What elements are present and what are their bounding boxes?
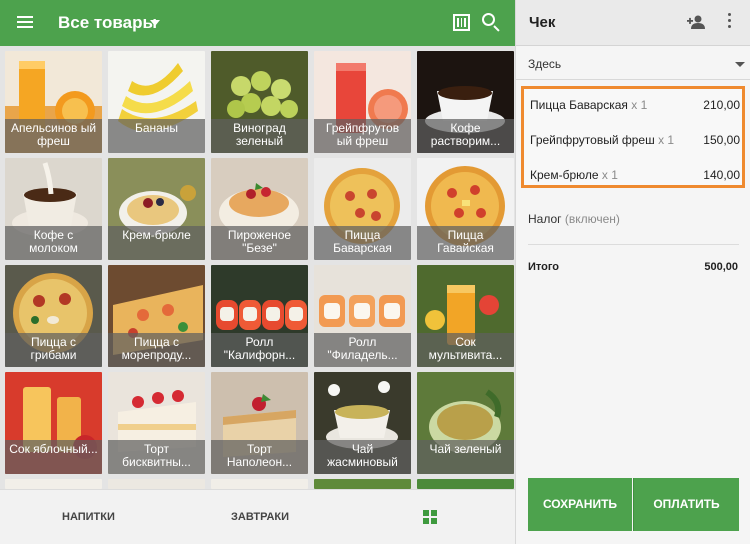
- barcode-icon[interactable]: [453, 14, 470, 31]
- search-icon[interactable]: [482, 13, 495, 26]
- product-tile[interactable]: Пицца с грибами: [5, 265, 102, 367]
- item-qty: x 1: [631, 98, 648, 112]
- divider: [528, 244, 739, 245]
- receipt-header: Чек: [516, 0, 750, 46]
- menu-icon[interactable]: [17, 14, 33, 32]
- product-tile[interactable]: Чай зеленый: [417, 372, 514, 474]
- receipt-item[interactable]: Крем-брюле x 1 140,00: [530, 165, 740, 185]
- product-label: Виноград зеленый: [211, 119, 308, 153]
- item-name: Грейпфрутовый фреш: [530, 133, 655, 147]
- product-tile[interactable]: Торт бисквитны...: [108, 372, 205, 474]
- product-tile[interactable]: Пицца Гавайская: [417, 158, 514, 260]
- product-label: Чай жасминовый: [314, 440, 411, 474]
- product-tile[interactable]: Крем-брюле: [108, 158, 205, 260]
- receipt-panel: Чек Здесь Пицца Баварская x 1 210,00 Гре…: [515, 0, 750, 544]
- product-label: Пицца с грибами: [5, 333, 102, 367]
- product-label: Сок мультивита...: [417, 333, 514, 367]
- product-tile[interactable]: Кофе растворим...: [417, 51, 514, 153]
- product-tile[interactable]: Пицца Баварская: [314, 158, 411, 260]
- product-label: Пицца Гавайская: [417, 226, 514, 260]
- chevron-down-icon[interactable]: [150, 20, 160, 26]
- tax-note: (включен): [564, 212, 620, 226]
- product-tile[interactable]: Пироженое "Безе": [211, 158, 308, 260]
- product-panel: Все товары Апельсинов ый фреш Бананы Вин…: [0, 0, 515, 544]
- catalog-toolbar: Все товары: [0, 0, 515, 46]
- product-tile[interactable]: Ролл "Калифорн...: [211, 265, 308, 367]
- chevron-down-icon: [735, 62, 745, 67]
- category-tabs: НАПИТКИ ЗАВТРАКИ: [0, 489, 515, 544]
- item-qty: x 1: [658, 133, 675, 147]
- order-place-select[interactable]: Здесь: [516, 47, 750, 80]
- product-label: Кофе растворим...: [417, 119, 514, 153]
- product-tile[interactable]: Пицца с морепроду...: [108, 265, 205, 367]
- product-label: Чай зеленый: [417, 440, 514, 474]
- product-label: Крем-брюле: [108, 226, 205, 260]
- receipt-items: Пицца Баварская x 1 210,00 Грейпфрутовый…: [521, 86, 745, 188]
- pay-button[interactable]: ОПЛАТИТЬ: [633, 478, 739, 531]
- item-name: Крем-брюле: [530, 168, 599, 182]
- product-tile[interactable]: [211, 479, 308, 489]
- product-tile[interactable]: [314, 479, 411, 489]
- product-tile[interactable]: Апельсинов ый фреш: [5, 51, 102, 153]
- product-label: Бананы: [108, 119, 205, 153]
- item-name: Пицца Баварская: [530, 98, 628, 112]
- product-label: Торт бисквитны...: [108, 440, 205, 474]
- item-price: 150,00: [703, 133, 740, 147]
- product-label: Пицца Баварская: [314, 226, 411, 260]
- product-tile[interactable]: Сок мультивита...: [417, 265, 514, 367]
- tab-drinks[interactable]: НАПИТКИ: [62, 511, 115, 523]
- product-tile[interactable]: [417, 479, 514, 489]
- grid-icon[interactable]: [423, 510, 437, 524]
- tax-label: Налог: [528, 212, 562, 226]
- product-label: Апельсинов ый фреш: [5, 119, 102, 153]
- receipt-item[interactable]: Грейпфрутовый фреш x 1 150,00: [530, 130, 740, 150]
- product-tile[interactable]: Бананы: [108, 51, 205, 153]
- receipt-item[interactable]: Пицца Баварская x 1 210,00: [530, 95, 740, 115]
- more-vert-icon[interactable]: [728, 13, 732, 31]
- total-value: 500,00: [704, 261, 738, 273]
- product-label: Ролл "Калифорн...: [211, 333, 308, 367]
- product-label: Ролл "Филадель...: [314, 333, 411, 367]
- tax-row: Налог (включен): [528, 212, 620, 226]
- item-qty: x 1: [601, 168, 618, 182]
- category-title[interactable]: Все товары: [58, 13, 157, 33]
- product-label: Торт Наполеон...: [211, 440, 308, 474]
- item-price: 140,00: [703, 168, 740, 182]
- product-tile[interactable]: Кофе с молоком: [5, 158, 102, 260]
- save-button[interactable]: СОХРАНИТЬ: [528, 478, 632, 531]
- product-tile[interactable]: [108, 479, 205, 489]
- add-user-icon[interactable]: [687, 14, 705, 30]
- product-tile[interactable]: Грейпфрутов ый фреш: [314, 51, 411, 153]
- receipt-title: Чек: [529, 14, 556, 31]
- product-tile[interactable]: Сок яблочный...: [5, 372, 102, 474]
- product-label: Пироженое "Безе": [211, 226, 308, 260]
- total-label: Итого: [528, 261, 560, 273]
- order-place-value: Здесь: [528, 57, 562, 71]
- tab-breakfasts[interactable]: ЗАВТРАКИ: [231, 511, 289, 523]
- product-tile[interactable]: Чай жасминовый: [314, 372, 411, 474]
- product-tile[interactable]: [5, 479, 102, 489]
- product-grid: Апельсинов ый фреш Бананы Виноград зелен…: [5, 51, 515, 489]
- product-label: Грейпфрутов ый фреш: [314, 119, 411, 153]
- product-label: Пицца с морепроду...: [108, 333, 205, 367]
- item-price: 210,00: [703, 98, 740, 112]
- product-tile[interactable]: Торт Наполеон...: [211, 372, 308, 474]
- product-tile[interactable]: Ролл "Филадель...: [314, 265, 411, 367]
- product-label: Сок яблочный...: [5, 440, 102, 474]
- product-tile[interactable]: Виноград зеленый: [211, 51, 308, 153]
- product-label: Кофе с молоком: [5, 226, 102, 260]
